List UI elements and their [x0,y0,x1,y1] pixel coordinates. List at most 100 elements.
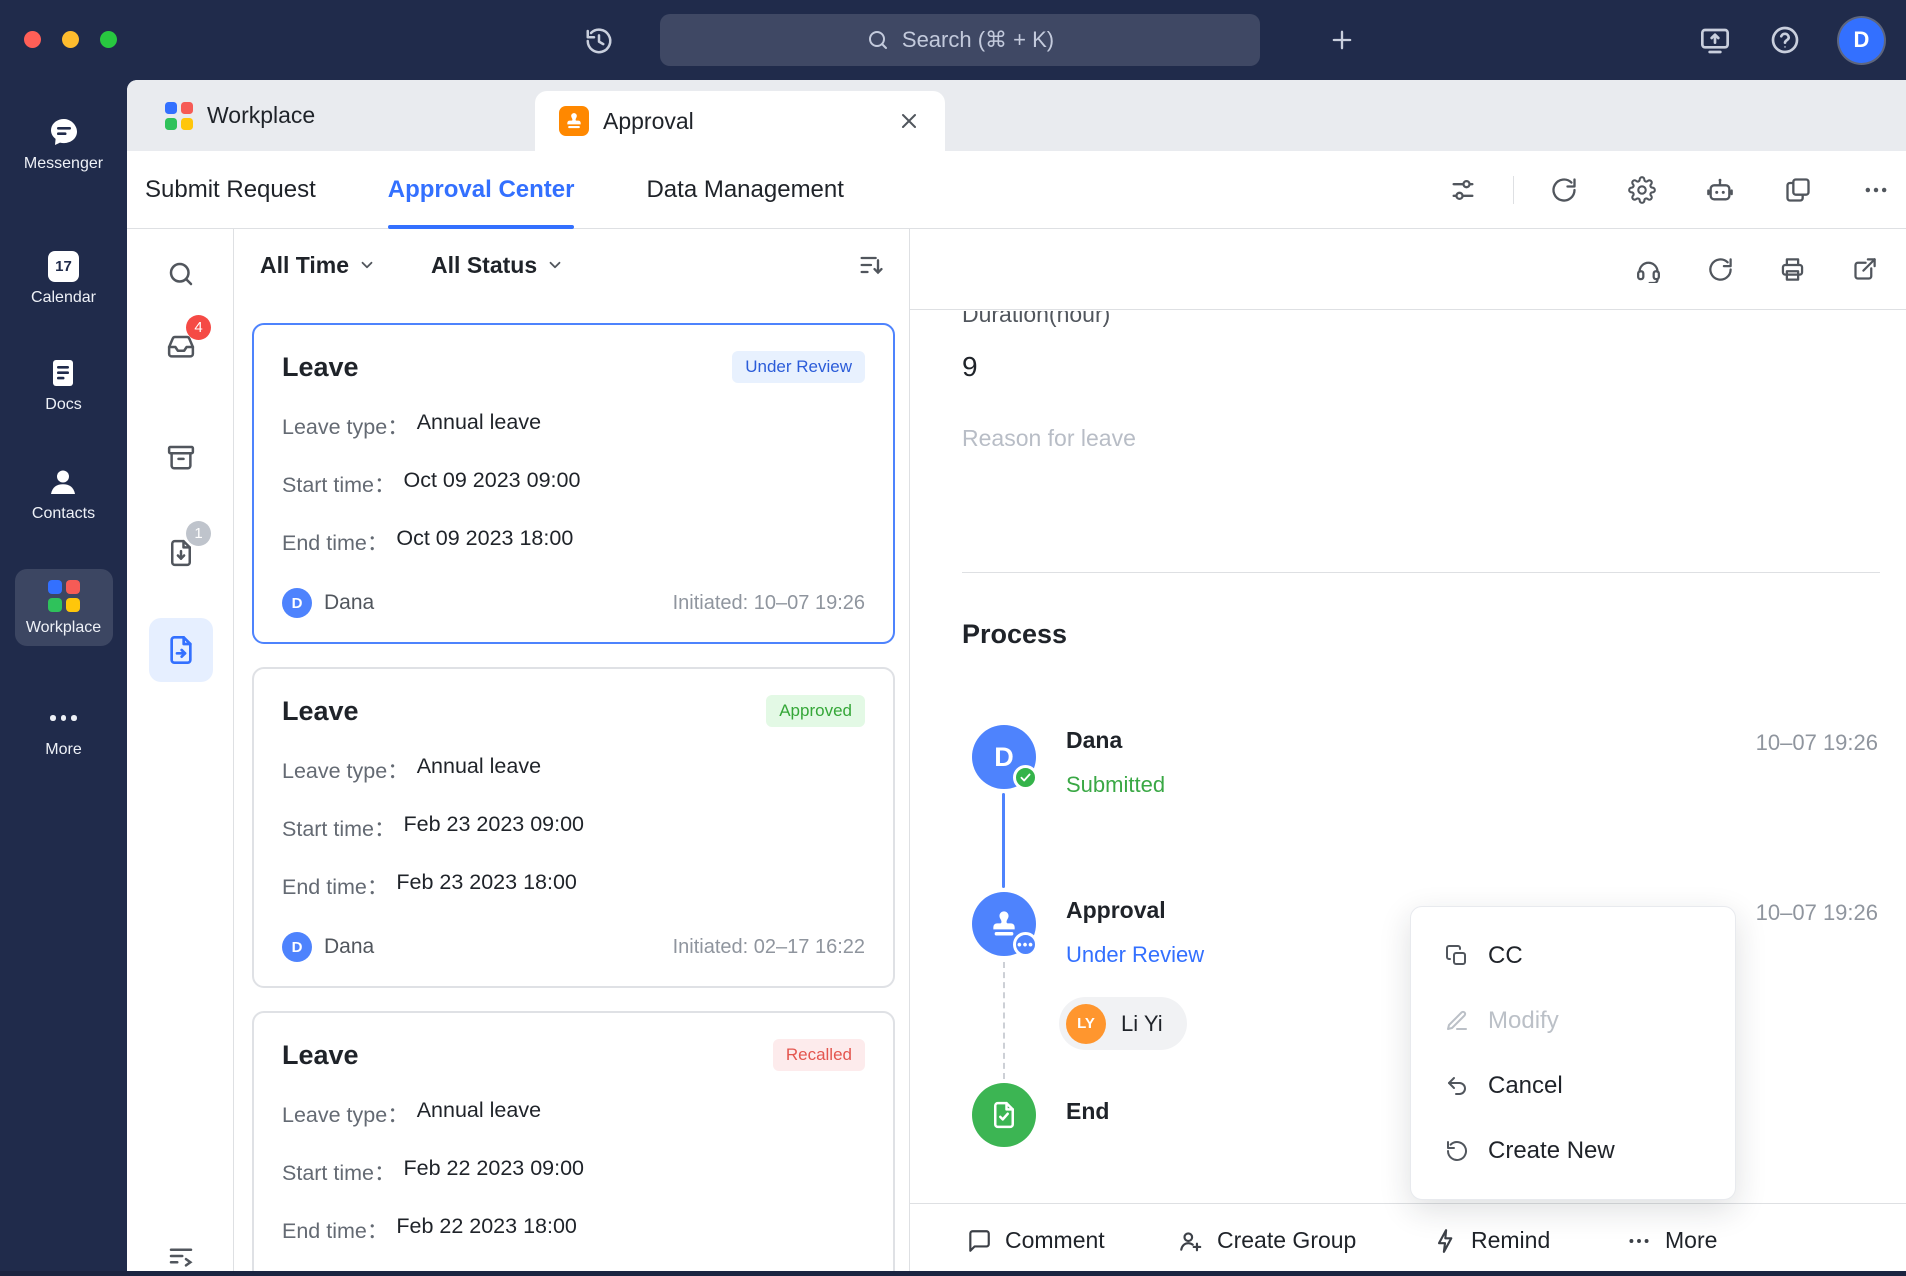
comment-icon [966,1228,992,1254]
context-menu: CC Modify Cancel Create New [1410,906,1736,1200]
bot-icon[interactable] [1706,176,1734,204]
chevron-down-icon [546,256,564,274]
avatar: D [994,742,1014,773]
nav-approval-center[interactable]: Approval Center [388,151,575,229]
nav-data-management[interactable]: Data Management [646,151,843,229]
global-search[interactable]: Search (⌘ + K) [660,14,1260,66]
tab-management-icon[interactable] [1784,176,1812,204]
screen-share-icon[interactable] [1699,24,1731,56]
archive-icon[interactable] [166,442,196,472]
workplace-icon [48,580,80,612]
nav-submit-request[interactable]: Submit Request [145,151,316,229]
refresh-icon[interactable] [1707,256,1734,283]
menu-label: Cancel [1488,1072,1563,1100]
approval-cards: Leave Under Review Leave type：Annual lea… [252,323,895,1276]
rail-search-icon[interactable] [166,259,196,289]
more-actions-icon[interactable] [1862,176,1890,204]
print-icon[interactable] [1779,256,1806,283]
menu-item-cc[interactable]: CC [1411,923,1735,988]
new-button[interactable] [1320,18,1364,62]
field-value: Feb 22 2023 09:00 [404,1156,585,1187]
sidebar-item-docs[interactable]: Docs [45,357,81,414]
nav-tools [1449,176,1890,204]
detail-action-bar: Comment Create Group Remind [910,1203,1906,1276]
sidebar-label: Messenger [24,155,103,173]
sidebar-item-calendar[interactable]: 17 Calendar [31,251,96,307]
window-controls [24,31,117,48]
field-value: Oct 09 2023 09:00 [404,468,581,499]
duration-field-value: 9 [962,350,1906,384]
status-filter[interactable]: All Status [431,252,564,279]
field-value: Feb 23 2023 09:00 [404,812,585,843]
sort-icon[interactable] [857,251,885,279]
create-group-icon [1178,1228,1204,1254]
sidebar-item-more[interactable]: More [45,702,81,759]
help-icon[interactable] [1769,24,1801,56]
support-headset-icon[interactable] [1635,256,1662,283]
field-label: End time： [282,870,388,901]
field-label: End time： [282,526,388,557]
app-sidebar: Messenger 17 Calendar Docs Contacts Work… [0,80,127,1276]
field-label: End time： [282,1214,388,1245]
filter-settings-icon[interactable] [1449,176,1477,204]
rail-pending-approvals[interactable]: 4 [158,324,204,370]
comment-button[interactable]: Comment [966,1204,1105,1276]
tab-workplace[interactable]: Workplace [139,80,341,151]
requester-name: Dana [324,935,374,959]
zoom-window-button[interactable] [100,31,117,48]
remind-icon [1432,1228,1458,1254]
step-submit-node: D [972,725,1036,789]
export-icon[interactable] [1851,256,1878,283]
sidebar-item-workplace[interactable]: Workplace [15,569,113,646]
field-label: Start time： [282,468,396,499]
plus-icon [1328,26,1356,54]
approval-card[interactable]: Leave Recalled Leave type：Annual leave S… [252,1011,895,1276]
history-button[interactable] [578,20,620,62]
timeline-connector [1002,793,1005,888]
requester-name: Dana [324,591,374,615]
status-filter-label: All Status [431,252,537,279]
close-tab-icon[interactable] [897,109,921,133]
time-filter[interactable]: All Time [260,252,376,279]
time-filter-label: All Time [260,252,349,279]
menu-item-modify[interactable]: Modify [1411,988,1735,1053]
menu-item-create-new[interactable]: Create New [1411,1118,1735,1183]
field-label: Leave type： [282,410,409,441]
card-title: Leave [282,696,359,727]
assignee-name: Li Yi [1121,1011,1163,1037]
step-name: Dana [1066,727,1122,754]
sidebar-label: Workplace [26,619,101,637]
close-window-button[interactable] [24,31,41,48]
rail-submitted-selected[interactable] [149,618,213,682]
tab-approval[interactable]: Approval [535,91,945,151]
refresh-icon[interactable] [1550,176,1578,204]
more-icon [1626,1228,1652,1254]
docs-icon [47,357,79,389]
approval-card[interactable]: Leave Under Review Leave type：Annual lea… [252,323,895,644]
step-approval-node: ••• [972,892,1036,956]
remind-button[interactable]: Remind [1432,1204,1550,1276]
approval-card[interactable]: Leave Approved Leave type：Annual leave S… [252,667,895,988]
menu-item-cancel[interactable]: Cancel [1411,1053,1735,1118]
user-avatar[interactable]: D [1839,18,1884,63]
tab-label: Approval [603,108,694,135]
avatar: LY [1066,1004,1106,1044]
tab-label: Workplace [207,102,315,129]
sidebar-item-contacts[interactable]: Contacts [32,466,95,523]
remind-label: Remind [1471,1227,1550,1254]
create-group-button[interactable]: Create Group [1178,1204,1356,1276]
field-value: Annual leave [417,754,541,785]
pencil-icon [1445,1009,1469,1033]
messenger-icon [48,116,80,148]
history-icon [584,26,614,56]
sidebar-item-messenger[interactable]: Messenger [24,116,103,173]
sidebar-label: Calendar [31,289,96,307]
settings-gear-icon[interactable] [1628,176,1656,204]
rail-received[interactable]: 1 [158,530,204,576]
collapse-filter-icon[interactable] [166,1241,196,1271]
more-button[interactable]: More [1626,1204,1717,1276]
assignee-chip[interactable]: LY Li Yi [1059,997,1187,1050]
approval-detail-panel: Duration(hour) 9 Reason for leave Proces… [909,229,1906,1276]
minimize-window-button[interactable] [62,31,79,48]
field-value: Feb 22 2023 18:00 [396,1214,577,1245]
